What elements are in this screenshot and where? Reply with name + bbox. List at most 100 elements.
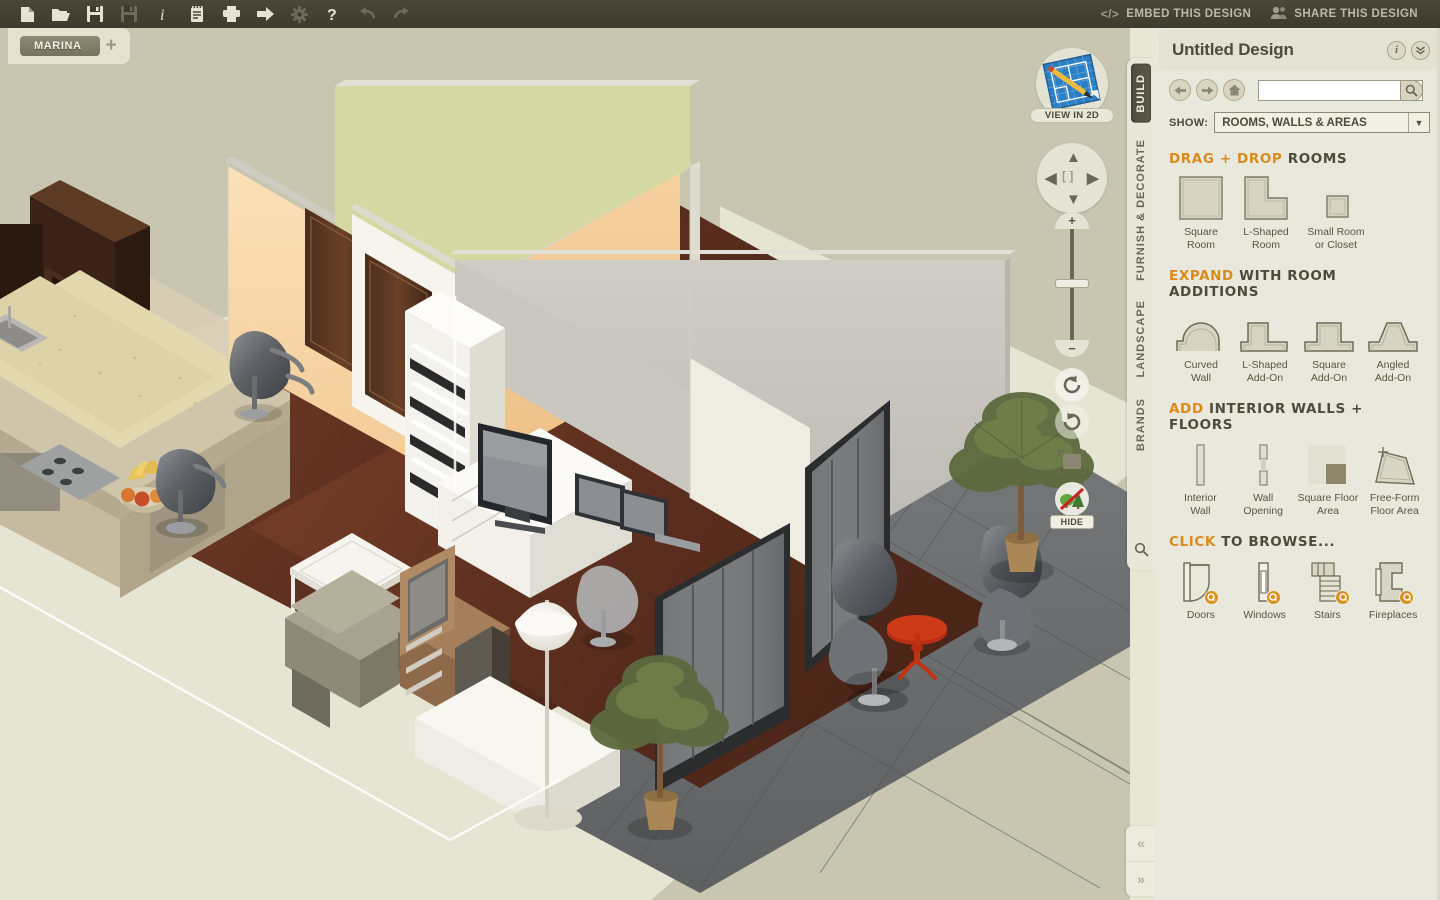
heading-accent: EXPAND (1169, 268, 1234, 284)
new-document-icon[interactable] (10, 1, 44, 27)
panel-collapse-icon[interactable] (1411, 40, 1430, 60)
hide-landscape-button[interactable] (1055, 482, 1089, 516)
tile-label: Curved Wall (1184, 359, 1218, 384)
zoom-slider-thumb[interactable] (1055, 279, 1089, 288)
angled-addon-icon (1367, 309, 1419, 355)
section-heading: ADD INTERIOR WALLS + FLOORS (1169, 401, 1428, 433)
undo-icon[interactable] (350, 1, 384, 27)
info-icon[interactable]: i (146, 1, 180, 27)
tile-l-shaped-add-on[interactable]: L-Shaped Add-On (1233, 309, 1297, 384)
tile-windows[interactable]: Windows (1233, 559, 1297, 622)
add-tab-button[interactable]: + (106, 36, 117, 55)
pan-down-arrow[interactable]: ▼ (1066, 191, 1081, 208)
browse-badge[interactable] (1335, 589, 1351, 605)
panel-sections: DRAG + DROP ROOMS Square Room L-Shaped R… (1155, 133, 1440, 622)
section-click-to-browse: CLICK TO BROWSE... Doors Windows Stairs … (1169, 534, 1428, 622)
show-dropdown[interactable]: ROOMS, WALLS & AREAS ▼ (1214, 112, 1430, 133)
tile-label: Fireplaces (1368, 609, 1418, 621)
collapse-next-button[interactable]: » (1126, 860, 1156, 897)
nav-home-button[interactable] (1223, 79, 1245, 101)
tab-furnish-decorate[interactable]: FURNISH & DECORATE (1131, 129, 1151, 291)
export-icon[interactable] (248, 1, 282, 27)
mode-tab-rail: BUILD FURNISH & DECORATE LANDSCAPE BRAND… (1127, 58, 1155, 570)
pan-center-reset[interactable]: [ ] (1062, 169, 1073, 183)
main-toolbar: i ? </> EMBED THIS DESIGN SHARE THIS DES… (0, 0, 1440, 28)
save-icon[interactable] (78, 1, 112, 27)
browse-badge[interactable] (1399, 589, 1414, 605)
addition-tiles: Curved Wall L-Shaped Add-On Square Add-On (1169, 309, 1428, 384)
scene-3d (0, 68, 1130, 900)
rail-search-icon[interactable] (1134, 542, 1149, 562)
tile-small-room-or-closet[interactable]: Small Room or Closet (1299, 176, 1373, 251)
rotate-right-button[interactable] (1055, 405, 1089, 439)
pan-left-arrow[interactable]: ◀ (1045, 169, 1057, 187)
toolbar-right-links: </> EMBED THIS DESIGN SHARE THIS DESIGN (1093, 6, 1440, 22)
tile-fireplaces[interactable]: Fireplaces (1358, 559, 1428, 622)
help-icon[interactable]: ? (316, 1, 350, 27)
fit-to-screen-button[interactable] (1056, 448, 1088, 476)
tile-l-shaped-room[interactable]: L-Shaped Room (1233, 176, 1299, 251)
tile-wall-opening[interactable]: Wall Opening (1232, 442, 1295, 517)
curved-wall-icon (1175, 309, 1227, 355)
interior-tiles: Interior Wall Wall Opening Square Floor Are… (1169, 442, 1428, 517)
page-title: Untitled Design (1172, 40, 1294, 59)
section-heading: DRAG + DROP ROOMS (1169, 151, 1428, 167)
search-icon[interactable] (1400, 79, 1423, 101)
section-add-interior-walls-floors: ADD INTERIOR WALLS + FLOORS Interior Wall (1169, 401, 1428, 517)
browse-badge[interactable] (1203, 589, 1219, 605)
free-form-floor-area-icon (1370, 442, 1420, 488)
settings-gear-icon[interactable] (282, 1, 316, 27)
document-tab-bar: MARINA + (8, 28, 130, 64)
pan-direction-pad[interactable]: ▲ ▼ ◀ ▶ [ ] (1037, 143, 1107, 213)
embed-code-icon: </> (1100, 7, 1120, 21)
embed-this-design-button[interactable]: </> EMBED THIS DESIGN (1093, 7, 1260, 21)
browse-badge[interactable] (1265, 589, 1281, 605)
pan-up-arrow[interactable]: ▲ (1066, 149, 1081, 166)
panel-search[interactable] (1258, 79, 1423, 101)
square-room-icon (1177, 176, 1225, 222)
chevron-down-icon[interactable]: ▼ (1408, 113, 1429, 132)
redo-icon[interactable] (384, 1, 418, 27)
notes-icon[interactable] (180, 1, 214, 27)
share-label: SHARE THIS DESIGN (1294, 8, 1418, 20)
panel-collapse-controls: « » (1126, 826, 1156, 896)
tile-square-floor-area[interactable]: Square Floor Area (1295, 442, 1362, 517)
tile-free-form-floor-area[interactable]: Free-Form Floor Area (1361, 442, 1428, 517)
tab-build[interactable]: BUILD (1131, 64, 1151, 123)
tab-landscape[interactable]: LANDSCAPE (1131, 290, 1151, 387)
open-folder-icon[interactable] (44, 1, 78, 27)
interior-wall-icon (1190, 442, 1210, 488)
hide-label[interactable]: HIDE (1050, 515, 1094, 529)
tile-interior-wall[interactable]: Interior Wall (1169, 442, 1232, 517)
tile-stairs[interactable]: Stairs (1297, 559, 1359, 622)
zoom-slider[interactable]: + − (1055, 212, 1089, 357)
tile-doors[interactable]: Doors (1169, 559, 1233, 622)
save-as-icon[interactable] (112, 1, 146, 27)
rotate-left-button[interactable] (1055, 368, 1089, 402)
nav-forward-button[interactable] (1196, 79, 1218, 101)
heading-accent: DRAG + DROP (1169, 151, 1283, 167)
design-info-icon[interactable]: i (1387, 40, 1406, 60)
document-tab-marina[interactable]: MARINA (20, 36, 100, 56)
square-addon-icon (1303, 309, 1355, 355)
panel-header: Untitled Design i (1158, 30, 1440, 70)
view-in-2d-label[interactable]: VIEW IN 2D (1030, 108, 1114, 123)
tab-brands[interactable]: BRANDS (1131, 388, 1151, 461)
pan-right-arrow[interactable]: ▶ (1087, 169, 1099, 187)
square-floor-area-icon (1306, 442, 1350, 488)
heading-rest: ROOMS (1287, 151, 1348, 167)
collapse-prev-button[interactable]: « (1126, 826, 1156, 861)
section-heading: EXPAND WITH ROOM ADDITIONS (1169, 268, 1428, 300)
tile-square-add-on[interactable]: Square Add-On (1297, 309, 1361, 384)
tile-angled-add-on[interactable]: Angled Add-On (1361, 309, 1425, 384)
tile-label: Doors (1186, 609, 1215, 621)
heading-accent: CLICK (1169, 534, 1216, 550)
design-3d-viewport[interactable] (0, 28, 1130, 900)
tile-curved-wall[interactable]: Curved Wall (1169, 309, 1233, 384)
nav-back-button[interactable] (1169, 79, 1191, 101)
share-this-design-button[interactable]: SHARE THIS DESIGN (1263, 6, 1426, 22)
tile-square-room[interactable]: Square Room (1169, 176, 1233, 251)
print-icon[interactable] (214, 1, 248, 27)
svg-text:i: i (160, 7, 164, 23)
search-input[interactable] (1259, 84, 1422, 96)
